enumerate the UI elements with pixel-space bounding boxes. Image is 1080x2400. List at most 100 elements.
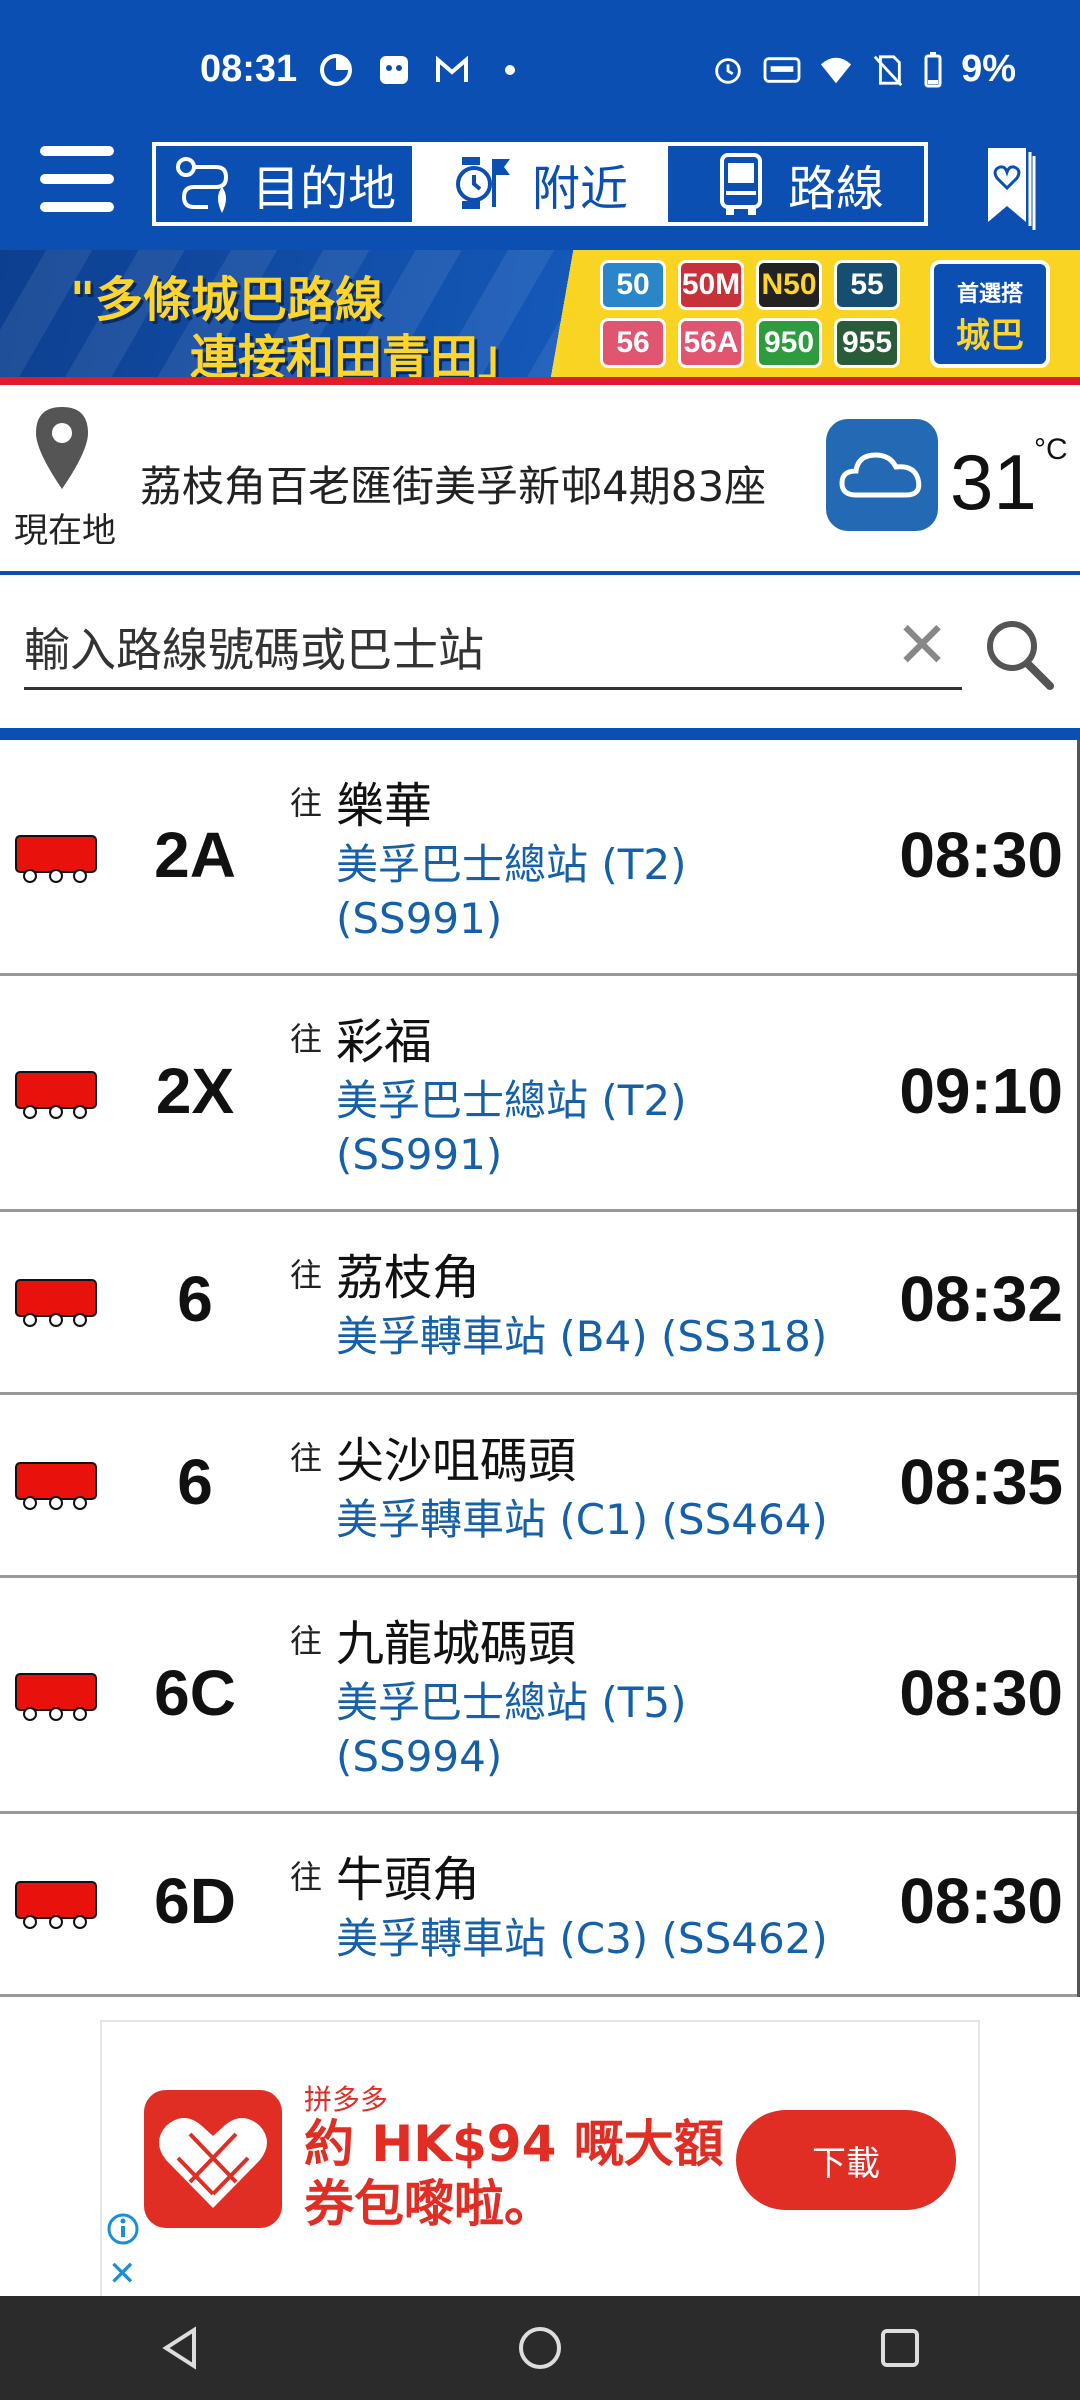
home-circle-icon <box>519 2327 561 2369</box>
hamburger-icon <box>40 146 114 156</box>
route-row[interactable]: 2A 往 樂華 美孚巴士總站 (T2) (SS991) 08:30 <box>0 740 1077 976</box>
destination: 牛頭角 <box>336 1852 481 1908</box>
bus-stop-link[interactable]: 美孚轉車站 (C1) (SS464) <box>336 1493 896 1547</box>
bus-icon <box>15 1462 97 1510</box>
route-row[interactable]: 6 往 荔枝角 美孚轉車站 (B4) (SS318) 08:32 <box>0 1212 1077 1395</box>
eta-time: 08:35 <box>899 1446 1063 1518</box>
bus-stop-link[interactable]: 美孚巴士總站 (T2) (SS991) <box>336 838 856 946</box>
bus-stop-link[interactable]: 美孚巴士總站 (T5) (SS994) <box>336 1676 856 1784</box>
destination: 荔枝角 <box>336 1250 481 1306</box>
towards-label: 往 <box>290 1256 323 1294</box>
nav-home-button[interactable] <box>510 2318 570 2378</box>
system-icons: 9% <box>711 48 1016 91</box>
tab-destination[interactable]: 目的地 <box>156 146 412 222</box>
app-bar: 目的地 附近 路線 <box>0 130 1080 250</box>
bus-icon <box>15 1279 97 1327</box>
temperature-unit: °C <box>1034 433 1068 466</box>
ad-brand-name: 拼多多 <box>304 2083 389 2116</box>
towards-label: 往 <box>290 1020 323 1058</box>
destination: 樂華 <box>336 778 433 834</box>
search-button[interactable] <box>984 618 1054 690</box>
eta-time: 08:30 <box>899 1865 1063 1937</box>
mode-tabs: 目的地 附近 路線 <box>152 142 928 226</box>
bus-stop-link[interactable]: 美孚轉車站 (B4) (SS318) <box>336 1310 896 1364</box>
nearby-clock-icon <box>455 157 510 209</box>
route-number: 6 <box>177 1446 213 1518</box>
recents-square-icon <box>881 2329 919 2367</box>
towards-label: 往 <box>290 1858 323 1896</box>
route-chip: 55 <box>834 260 900 310</box>
app-root: 08:31 9% 目的地 附近 路線 "多條城巴路線 連接和田青田」 50 50… <box>0 0 1080 2400</box>
route-chip: N50 <box>756 260 822 310</box>
destination: 彩福 <box>336 1014 433 1070</box>
search-input[interactable] <box>24 610 884 690</box>
eta-time: 08:32 <box>899 1263 1063 1335</box>
location-pin-icon[interactable] <box>32 405 92 491</box>
search-icon <box>987 621 1054 690</box>
bus-icon <box>15 1071 97 1119</box>
towards-label: 往 <box>290 1439 323 1477</box>
bookmark-button[interactable] <box>980 142 1040 232</box>
bus-icon <box>15 1881 97 1929</box>
alarm-icon <box>715 57 741 84</box>
promo-banner[interactable]: "多條城巴路線 連接和田青田」 50 50M N50 55 56 56A 950… <box>0 250 1080 385</box>
route-number: 6 <box>177 1263 213 1335</box>
bus-stop-link[interactable]: 美孚轉車站 (C3) (SS462) <box>336 1912 896 1966</box>
tab-routes[interactable]: 路線 <box>668 146 924 222</box>
tab-routes-label: 路線 <box>787 161 884 217</box>
bus-stop-link[interactable]: 美孚巴士總站 (T2) (SS991) <box>336 1074 856 1182</box>
nav-back-button[interactable] <box>150 2318 210 2378</box>
pinduoduo-logo <box>144 2090 282 2228</box>
menu-button[interactable] <box>40 146 114 222</box>
route-chip: 50 <box>600 260 666 310</box>
gmail-icon <box>434 52 470 88</box>
clear-search-button[interactable]: ✕ <box>892 614 952 678</box>
bus-icon <box>15 835 97 883</box>
nearby-routes-list: 2A 往 樂華 美孚巴士總站 (T2) (SS991) 08:30 2X 往 彩… <box>0 740 1080 1997</box>
search-bar: ✕ <box>24 610 962 690</box>
nav-recents-button[interactable] <box>870 2318 930 2378</box>
citybus-brand-logo: 首選搭 城巴 <box>930 260 1050 368</box>
route-chip: 950 <box>756 318 822 368</box>
auto-refresh-icon <box>763 56 801 83</box>
back-triangle-icon <box>162 2326 196 2370</box>
dot-icon <box>492 52 528 88</box>
route-row[interactable]: 2X 往 彩福 美孚巴士總站 (T2) (SS991) 09:10 <box>0 976 1077 1212</box>
current-address[interactable]: 荔枝角百老匯街美孚新邨4期83座 <box>140 453 766 514</box>
system-nav-bar <box>0 2296 1080 2400</box>
weather-button[interactable] <box>826 419 938 531</box>
ad-banner[interactable]: 拼多多 約 HK$94 嘅大額券包嚟啦。 下載 ✕ <box>100 2020 980 2300</box>
route-chip: 56 <box>600 318 666 368</box>
route-icon <box>175 157 228 213</box>
destination: 九龍城碼頭 <box>336 1616 577 1672</box>
current-location-label: 現在地 <box>14 511 116 551</box>
ad-info-icon[interactable] <box>106 2212 140 2246</box>
bus-front-icon <box>719 153 762 215</box>
route-number: 2X <box>155 1055 235 1127</box>
eta-time: 08:30 <box>899 1657 1063 1729</box>
ad-headline: 約 HK$94 嘅大額券包嚟啦。 <box>304 2115 724 2233</box>
ad-close-icon[interactable]: ✕ <box>108 2254 137 2294</box>
route-row[interactable]: 6 往 尖沙咀碼頭 美孚轉車站 (C1) (SS464) 08:35 <box>0 1395 1077 1578</box>
tab-destination-label: 目的地 <box>251 161 396 217</box>
heart-logo-icon <box>159 2118 267 2208</box>
status-bar: 08:31 9% <box>0 0 1080 130</box>
banner-route-chips: 50 50M N50 55 56 56A 950 955 <box>600 260 900 368</box>
bus-icon <box>15 1673 97 1721</box>
eta-time: 08:30 <box>899 819 1063 891</box>
route-row[interactable]: 6C 往 九龍城碼頭 美孚巴士總站 (T5) (SS994) 08:30 <box>0 1578 1077 1814</box>
towards-label: 往 <box>290 1622 323 1660</box>
wifi-icon <box>820 57 852 83</box>
route-chip: 955 <box>834 318 900 368</box>
route-number: 2A <box>154 819 236 891</box>
destination: 尖沙咀碼頭 <box>336 1433 577 1489</box>
route-row[interactable]: 6D 往 牛頭角 美孚轉車站 (C3) (SS462) 08:30 <box>0 1814 1077 1997</box>
brand-top-text: 首選搭 <box>956 282 1023 307</box>
cloud-icon <box>839 452 922 498</box>
tab-nearby[interactable]: 附近 <box>412 146 668 222</box>
bookmark-heart-icon <box>988 148 1036 230</box>
route-chip: 56A <box>678 318 744 368</box>
eta-time: 09:10 <box>899 1055 1063 1127</box>
ad-download-button[interactable]: 下載 <box>736 2110 956 2210</box>
status-time: 08:31 <box>200 48 298 90</box>
